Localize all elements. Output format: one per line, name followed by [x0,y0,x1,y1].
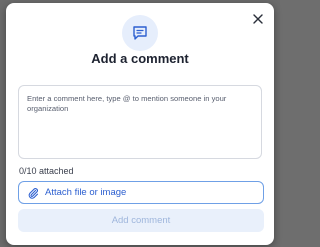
comment-icon-badge [122,15,158,51]
attach-file-label: Attach file or image [45,187,127,198]
dialog-title: Add a comment [91,51,189,66]
paperclip-icon [28,187,39,199]
close-button[interactable] [250,11,266,27]
add-comment-button[interactable]: Add comment [18,209,264,232]
attach-file-button[interactable]: Attach file or image [18,181,264,204]
close-icon [253,14,263,24]
comment-input[interactable]: Enter a comment here, type @ to mention … [18,85,262,159]
comment-icon [133,26,147,40]
add-comment-label: Add comment [111,215,171,226]
add-comment-dialog: Add a comment Enter a comment here, type… [6,3,274,245]
attachment-count: 0/10 attached [19,166,74,176]
comment-placeholder: Enter a comment here, type @ to mention … [27,94,227,113]
